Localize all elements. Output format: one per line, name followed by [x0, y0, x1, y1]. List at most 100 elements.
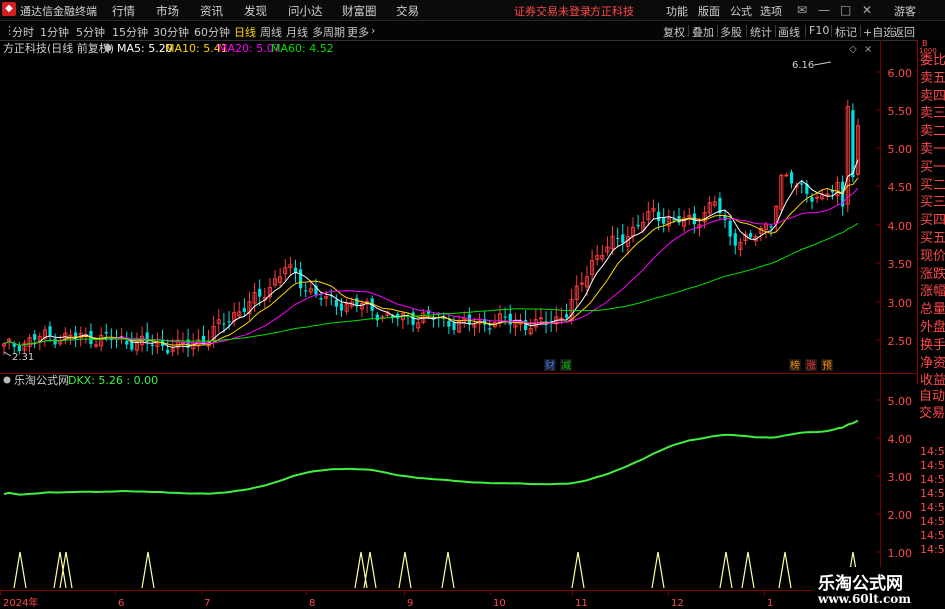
high-annotation: 6.16 — [792, 60, 832, 71]
menu-wenxiaoda[interactable]: 问小达 — [288, 3, 323, 19]
main-legend: 方正科技(日线 前复权) MA5: 5.20 MA10: 5.41 MA20: … — [3, 41, 334, 55]
statistics-button[interactable]: 统计 — [750, 24, 772, 40]
back-button[interactable]: 返回 — [893, 24, 915, 40]
event-tag-jian: 减 — [561, 360, 571, 372]
candle-body — [503, 316, 507, 318]
sub-legend-toggle-icon[interactable] — [3, 376, 11, 384]
signal-spike — [53, 551, 67, 589]
ma10-line — [3, 177, 859, 346]
candle-body — [447, 321, 451, 327]
draw-line-button[interactable]: 画线 — [778, 24, 800, 40]
tab-60min[interactable]: 60分钟 — [194, 24, 230, 40]
dkx-polyline — [3, 419, 859, 496]
quote-side-panel: B 1000 委比 卖五 卖四 卖三 卖二 卖一 买一 买二 买三 买四 买五 现价 涨跌 涨幅 总量 外盘换… — [917, 39, 945, 388]
menu-jiaoyi[interactable]: 交易 — [396, 3, 419, 19]
tab-daily[interactable]: 日线 — [234, 24, 256, 40]
fuquan-button[interactable]: 复权 — [663, 24, 685, 40]
multi-stock-button[interactable]: 多股 — [720, 24, 742, 40]
candle-body — [334, 299, 338, 307]
title-bar: ◆ 通达信金融终端 行情 市场 资讯 发现 问小达 财富圈 交易 证券交易未登录… — [0, 0, 945, 21]
candle-body — [789, 172, 794, 184]
candle-body — [662, 217, 666, 224]
side-panel-item: 买四 — [920, 213, 945, 229]
signal-spike — [398, 551, 412, 589]
mark-button[interactable]: 标记 — [835, 24, 857, 40]
menu-faxian[interactable]: 发现 — [244, 3, 267, 19]
tab-30min[interactable]: 30分钟 — [153, 24, 189, 40]
candle-body — [810, 197, 814, 202]
menu-gongshi[interactable]: 公式 — [730, 3, 752, 19]
candle-body — [242, 308, 246, 312]
tab-5min[interactable]: 5分钟 — [76, 24, 105, 40]
signal-spike — [441, 551, 455, 589]
menu-caifuquan[interactable]: 财富圈 — [342, 3, 377, 19]
candle-body — [851, 110, 855, 178]
trade-label[interactable]: 交易 — [919, 402, 945, 421]
side-panel-item: 涨幅 — [920, 284, 945, 300]
event-tag-cai: 财 — [545, 359, 555, 372]
candle-body — [166, 349, 170, 354]
menu-gongneng[interactable]: 功能 — [666, 3, 688, 19]
y-tick: 3.00 — [888, 471, 913, 484]
candle-body — [621, 234, 625, 244]
watermark: 乐淘公式网 www.60lt.com — [812, 567, 945, 609]
login-notice[interactable]: 证券交易未登录 — [514, 3, 591, 19]
candle-body — [564, 314, 569, 318]
tab-more[interactable]: 更多 — [347, 24, 369, 40]
tab-fenshi[interactable]: 分时 — [12, 24, 34, 40]
side-panel-item: 净资 — [920, 355, 945, 371]
low-annotation: 2.31 — [3, 351, 34, 363]
x-tick: 1 — [767, 598, 773, 609]
menu-xuanxiang[interactable]: 选项 — [760, 3, 782, 19]
event-tags[interactable]: 财 减 榜 涨 预 — [544, 359, 833, 372]
kline-chart[interactable]: 方正科技(日线 前复权) MA5: 5.20 MA10: 5.41 MA20: … — [0, 40, 917, 609]
y-tick: 4.00 — [888, 433, 913, 446]
event-tag-yu: 预 — [822, 360, 832, 372]
tab-15min[interactable]: 15分钟 — [112, 24, 148, 40]
candle-body — [33, 334, 37, 340]
menu-zixun[interactable]: 资讯 — [200, 3, 223, 19]
ma-lines — [3, 159, 859, 349]
candle-body — [616, 237, 620, 239]
menu-shichang[interactable]: 市场 — [156, 3, 179, 19]
f10-button[interactable]: F10 — [809, 24, 829, 37]
candle-body — [488, 328, 492, 330]
user-label[interactable]: 游客 — [894, 3, 916, 19]
tab-1min[interactable]: 1分钟 — [40, 24, 69, 40]
signal-spike — [13, 551, 27, 589]
signal-spike — [59, 551, 73, 589]
time-label: 14:56 — [920, 459, 945, 472]
signal-spike — [741, 551, 755, 589]
candle-body — [48, 326, 52, 336]
side-panel-item: 总量 — [920, 302, 945, 318]
candle-body — [125, 340, 129, 345]
menu-hangqing[interactable]: 行情 — [112, 3, 135, 19]
maximize-icon[interactable]: □ — [840, 3, 851, 17]
tab-weekly[interactable]: 周线 — [260, 24, 282, 40]
legend-toggle-icon[interactable] — [104, 44, 112, 52]
signal-spike — [651, 551, 665, 589]
y-tick: 1.00 — [888, 547, 913, 560]
close-pane-icon[interactable]: × — [864, 44, 872, 55]
side-panel-item: 买五 — [920, 231, 945, 246]
more-chevron-icon[interactable]: › — [371, 24, 375, 37]
x-tick: 8 — [309, 598, 315, 609]
tab-multi[interactable]: 多周期 — [312, 24, 345, 40]
diamond-icon[interactable]: ◇ — [849, 44, 857, 55]
side-panel-item: 涨跌 — [920, 266, 945, 282]
time-label: 14:56 — [920, 515, 945, 528]
close-icon[interactable]: ✕ — [862, 3, 872, 17]
divider — [717, 25, 718, 37]
tab-monthly[interactable]: 月线 — [286, 24, 308, 40]
menu-banmian[interactable]: 版面 — [698, 3, 720, 19]
overlay-button[interactable]: 叠加 — [692, 24, 714, 40]
mail-icon[interactable]: ✉ — [797, 3, 807, 17]
time-column: 14:5614:5614:5614:5614:5614:5614:5614:56 — [919, 445, 945, 565]
y-tick: 6.00 — [888, 67, 913, 80]
candle-body — [145, 332, 149, 343]
x-tick: 9 — [407, 598, 413, 609]
side-panel-item: 委比 — [920, 53, 945, 68]
time-label: 14:56 — [920, 487, 945, 500]
candle-body — [201, 336, 206, 344]
minimize-icon[interactable]: — — [818, 3, 830, 17]
